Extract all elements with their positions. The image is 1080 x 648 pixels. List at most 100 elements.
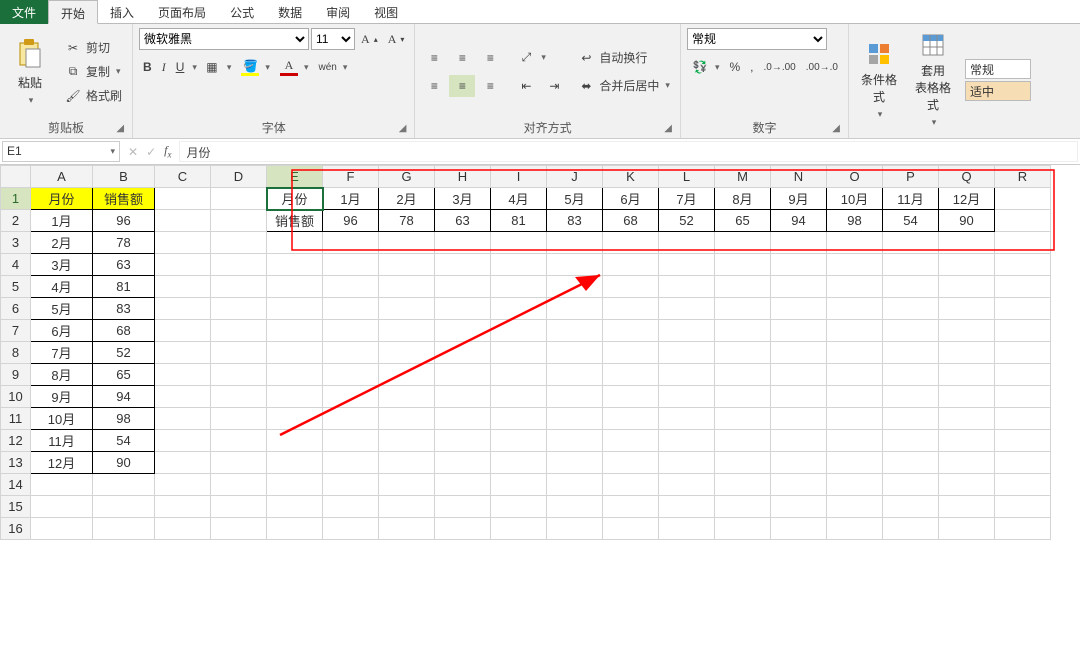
cell-N16[interactable] [771,518,827,540]
row-header-1[interactable]: 1 [1,188,31,210]
cell-J4[interactable] [547,254,603,276]
cell-I9[interactable] [491,364,547,386]
cell-D4[interactable] [211,254,267,276]
cell-Q2[interactable]: 90 [939,210,995,232]
cell-F4[interactable] [323,254,379,276]
cell-P16[interactable] [883,518,939,540]
cell-F8[interactable] [323,342,379,364]
cell-F9[interactable] [323,364,379,386]
cell-D6[interactable] [211,298,267,320]
row-header-8[interactable]: 8 [1,342,31,364]
cell-J7[interactable] [547,320,603,342]
cell-M3[interactable] [715,232,771,254]
cell-K5[interactable] [603,276,659,298]
row-header-5[interactable]: 5 [1,276,31,298]
cell-E3[interactable] [267,232,323,254]
cell-L3[interactable] [659,232,715,254]
cell-K1[interactable]: 6月 [603,188,659,210]
cell-I15[interactable] [491,496,547,518]
cell-I12[interactable] [491,430,547,452]
increase-indent-button[interactable]: ⇥ [541,75,567,97]
cell-I8[interactable] [491,342,547,364]
increase-font-button[interactable]: A▴ [357,30,382,49]
cell-H14[interactable] [435,474,491,496]
cell-R7[interactable] [995,320,1051,342]
cell-J5[interactable] [547,276,603,298]
cell-P10[interactable] [883,386,939,408]
row-header-13[interactable]: 13 [1,452,31,474]
select-all-corner[interactable] [1,166,31,188]
tab-file[interactable]: 文件 [0,0,48,24]
cell-F13[interactable] [323,452,379,474]
cell-O9[interactable] [827,364,883,386]
font-size-select[interactable]: 11 [311,28,355,50]
cell-C15[interactable] [155,496,211,518]
cell-M8[interactable] [715,342,771,364]
cell-J3[interactable] [547,232,603,254]
cell-P8[interactable] [883,342,939,364]
cell-B6[interactable]: 83 [93,298,155,320]
tab-review[interactable]: 审阅 [314,0,362,24]
cell-J10[interactable] [547,386,603,408]
cell-Q3[interactable] [939,232,995,254]
cell-B3[interactable]: 78 [93,232,155,254]
cell-G16[interactable] [379,518,435,540]
cell-E8[interactable] [267,342,323,364]
cell-K11[interactable] [603,408,659,430]
cell-P7[interactable] [883,320,939,342]
row-header-7[interactable]: 7 [1,320,31,342]
cell-P3[interactable] [883,232,939,254]
cell-D16[interactable] [211,518,267,540]
cell-D14[interactable] [211,474,267,496]
cell-F6[interactable] [323,298,379,320]
align-center-button[interactable]: ≡ [449,75,475,97]
cell-J9[interactable] [547,364,603,386]
cell-J14[interactable] [547,474,603,496]
font-color-button[interactable]: A▾ [276,56,313,78]
cell-R12[interactable] [995,430,1051,452]
cell-B13[interactable]: 90 [93,452,155,474]
cell-L4[interactable] [659,254,715,276]
cell-M4[interactable] [715,254,771,276]
cell-L2[interactable]: 52 [659,210,715,232]
tab-data[interactable]: 数据 [266,0,314,24]
conditional-format-button[interactable]: 条件格式▾ [855,37,903,124]
cell-F2[interactable]: 96 [323,210,379,232]
col-header-D[interactable]: D [211,166,267,188]
cell-H1[interactable]: 3月 [435,188,491,210]
cell-K13[interactable] [603,452,659,474]
tab-home[interactable]: 开始 [48,0,98,24]
cell-C14[interactable] [155,474,211,496]
row-header-2[interactable]: 2 [1,210,31,232]
cell-L12[interactable] [659,430,715,452]
cell-A3[interactable]: 2月 [31,232,93,254]
cell-Q8[interactable] [939,342,995,364]
cell-H3[interactable] [435,232,491,254]
cell-K15[interactable] [603,496,659,518]
cell-F16[interactable] [323,518,379,540]
style-normal[interactable]: 常规 [965,59,1031,79]
cell-G15[interactable] [379,496,435,518]
cell-H11[interactable] [435,408,491,430]
cell-R10[interactable] [995,386,1051,408]
row-header-11[interactable]: 11 [1,408,31,430]
cell-H12[interactable] [435,430,491,452]
cell-N9[interactable] [771,364,827,386]
wrap-text-button[interactable]: ↩自动换行 [573,47,674,69]
dialog-launcher-icon[interactable]: ◢ [399,123,407,134]
cell-P13[interactable] [883,452,939,474]
cell-K12[interactable] [603,430,659,452]
tab-insert[interactable]: 插入 [98,0,146,24]
cell-O8[interactable] [827,342,883,364]
cell-E5[interactable] [267,276,323,298]
cell-P14[interactable] [883,474,939,496]
cell-K3[interactable] [603,232,659,254]
cell-C9[interactable] [155,364,211,386]
cell-O14[interactable] [827,474,883,496]
cell-O13[interactable] [827,452,883,474]
cell-F3[interactable] [323,232,379,254]
cell-R15[interactable] [995,496,1051,518]
cell-Q12[interactable] [939,430,995,452]
cell-H5[interactable] [435,276,491,298]
cell-N8[interactable] [771,342,827,364]
